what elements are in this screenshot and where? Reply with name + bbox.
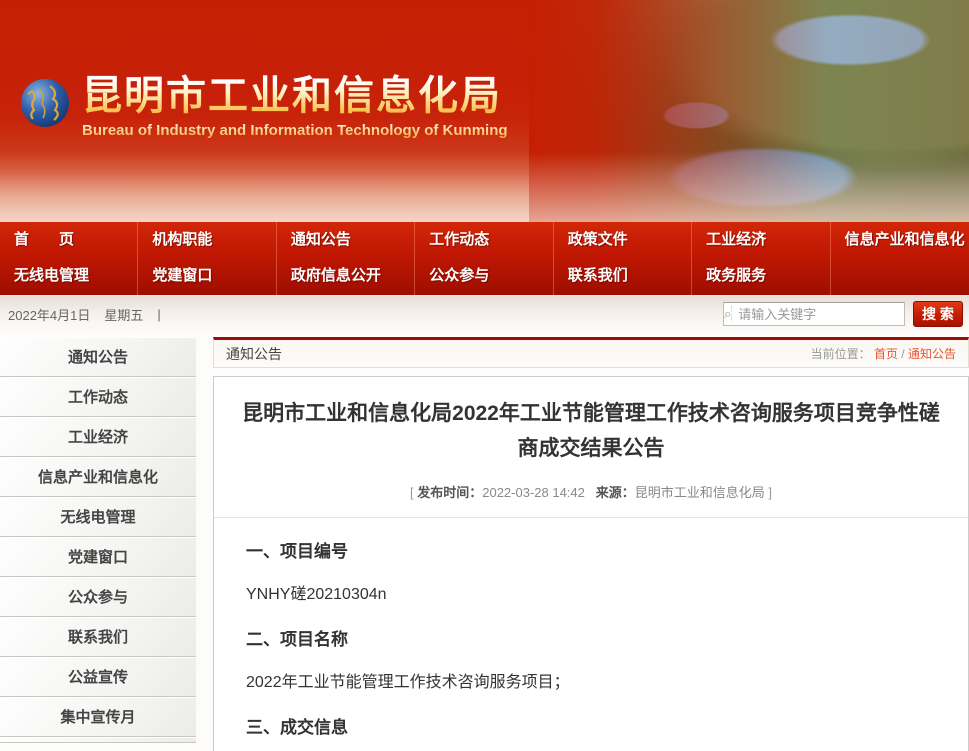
section-title: 通知公告: [226, 344, 282, 364]
sidebar-menu: 通知公告 工作动态 工业经济 信息产业和信息化 无线电管理 党建窗口 公众参与 …: [0, 337, 196, 743]
search-icon: ⌕: [724, 306, 732, 322]
main-content: 通知公告 当前位置： 首页 / 通知公告 昆明市工业和信息化局2022年工业节能…: [213, 337, 969, 751]
sidebar-item-work-news[interactable]: 工作动态: [0, 377, 196, 417]
breadcrumb: 当前位置： 首页 / 通知公告: [811, 345, 956, 362]
search-input[interactable]: [732, 307, 920, 322]
section-1-heading: 一、项目编号: [246, 534, 936, 569]
site-brand: 昆明市工业和信息化局 Bureau of Industry and Inform…: [20, 72, 508, 139]
date-search-bar: 2022年4月1日 星期五 | ⌕ 搜 索: [0, 295, 969, 332]
sidebar-item-contact-us[interactable]: 联系我们: [0, 617, 196, 657]
nav-item-notices[interactable]: 通知公告: [277, 222, 415, 258]
meta-bracket-open: [: [410, 485, 414, 500]
main-navigation: 首 页 机构职能 通知公告 工作动态 政策文件 工业经济 信息产业和信息化 无线…: [0, 222, 969, 295]
meta-bracket-close: ]: [768, 485, 772, 500]
current-weekday: 星期五: [104, 305, 143, 324]
sidebar-item-public-welfare[interactable]: 公益宣传: [0, 657, 196, 697]
project-number: YNHY磋20210304n: [246, 577, 936, 612]
nav-item-contact-us[interactable]: 联系我们: [554, 258, 692, 295]
search-button[interactable]: 搜 索: [913, 301, 963, 327]
page-body: 通知公告 工作动态 工业经济 信息产业和信息化 无线电管理 党建窗口 公众参与 …: [0, 332, 969, 751]
site-banner: 昆明市工业和信息化局 Bureau of Industry and Inform…: [0, 0, 969, 222]
nav-item-work-news[interactable]: 工作动态: [415, 222, 553, 258]
nav-item-gov-services[interactable]: 政务服务: [692, 258, 830, 295]
nav-item-radio-admin[interactable]: 无线电管理: [0, 258, 138, 295]
site-title-english: Bureau of Industry and Information Techn…: [82, 122, 508, 139]
nav-item-industry-economy[interactable]: 工业经济: [692, 222, 830, 258]
globe-logo-icon: [20, 78, 70, 128]
sidebar-item-notices[interactable]: 通知公告: [0, 337, 196, 377]
article-panel: 昆明市工业和信息化局2022年工业节能管理工作技术咨询服务项目竞争性磋商成交结果…: [213, 376, 969, 751]
nav-item-policy-docs[interactable]: 政策文件: [554, 222, 692, 258]
search-box: ⌕: [723, 302, 905, 326]
section-header: 通知公告 当前位置： 首页 / 通知公告: [213, 337, 969, 368]
source-value: 昆明市工业和信息化局: [635, 485, 765, 500]
nav-item-party-window[interactable]: 党建窗口: [138, 258, 276, 295]
sidebar-item-publicity-month[interactable]: 集中宣传月: [0, 697, 196, 737]
breadcrumb-label: 当前位置：: [811, 347, 871, 361]
project-name: 2022年工业节能管理工作技术咨询服务项目；: [246, 665, 936, 700]
sidebar-item-info-industry[interactable]: 信息产业和信息化: [0, 457, 196, 497]
article-title: 昆明市工业和信息化局2022年工业节能管理工作技术咨询服务项目竞争性磋商成交结果…: [242, 397, 940, 466]
section-3-heading: 三、成交信息: [246, 710, 936, 745]
sidebar-item-public-participation[interactable]: 公众参与: [0, 577, 196, 617]
date-divider: |: [157, 307, 160, 322]
nav-item-gov-info[interactable]: 政府信息公开: [277, 258, 415, 295]
nav-item-info-industry[interactable]: 信息产业和信息化: [831, 222, 969, 258]
section-2-heading: 二、项目名称: [246, 622, 936, 657]
publish-time-label: 发布时间：: [417, 485, 482, 500]
sidebar-item-party-window[interactable]: 党建窗口: [0, 537, 196, 577]
nav-item-empty: [831, 258, 969, 295]
banner-fade: [0, 152, 969, 222]
nav-item-org-functions[interactable]: 机构职能: [138, 222, 276, 258]
publish-time: 2022-03-28 14:42: [482, 485, 585, 500]
article-meta: [ 发布时间：2022-03-28 14:42 来源：昆明市工业和信息化局 ]: [214, 482, 968, 518]
sidebar-item-industry-economy[interactable]: 工业经济: [0, 417, 196, 457]
current-date: 2022年4月1日: [8, 305, 90, 324]
site-title: 昆明市工业和信息化局: [82, 72, 508, 120]
sidebar-item-radio-admin[interactable]: 无线电管理: [0, 497, 196, 537]
source-label: 来源：: [596, 485, 635, 500]
breadcrumb-current-link[interactable]: 通知公告: [908, 347, 956, 361]
nav-item-home[interactable]: 首 页: [0, 222, 138, 258]
breadcrumb-home-link[interactable]: 首页: [874, 347, 898, 361]
article-body: 一、项目编号 YNHY磋20210304n 二、项目名称 2022年工业节能管理…: [214, 518, 968, 751]
breadcrumb-separator: /: [901, 347, 904, 361]
nav-item-public-participation[interactable]: 公众参与: [415, 258, 553, 295]
